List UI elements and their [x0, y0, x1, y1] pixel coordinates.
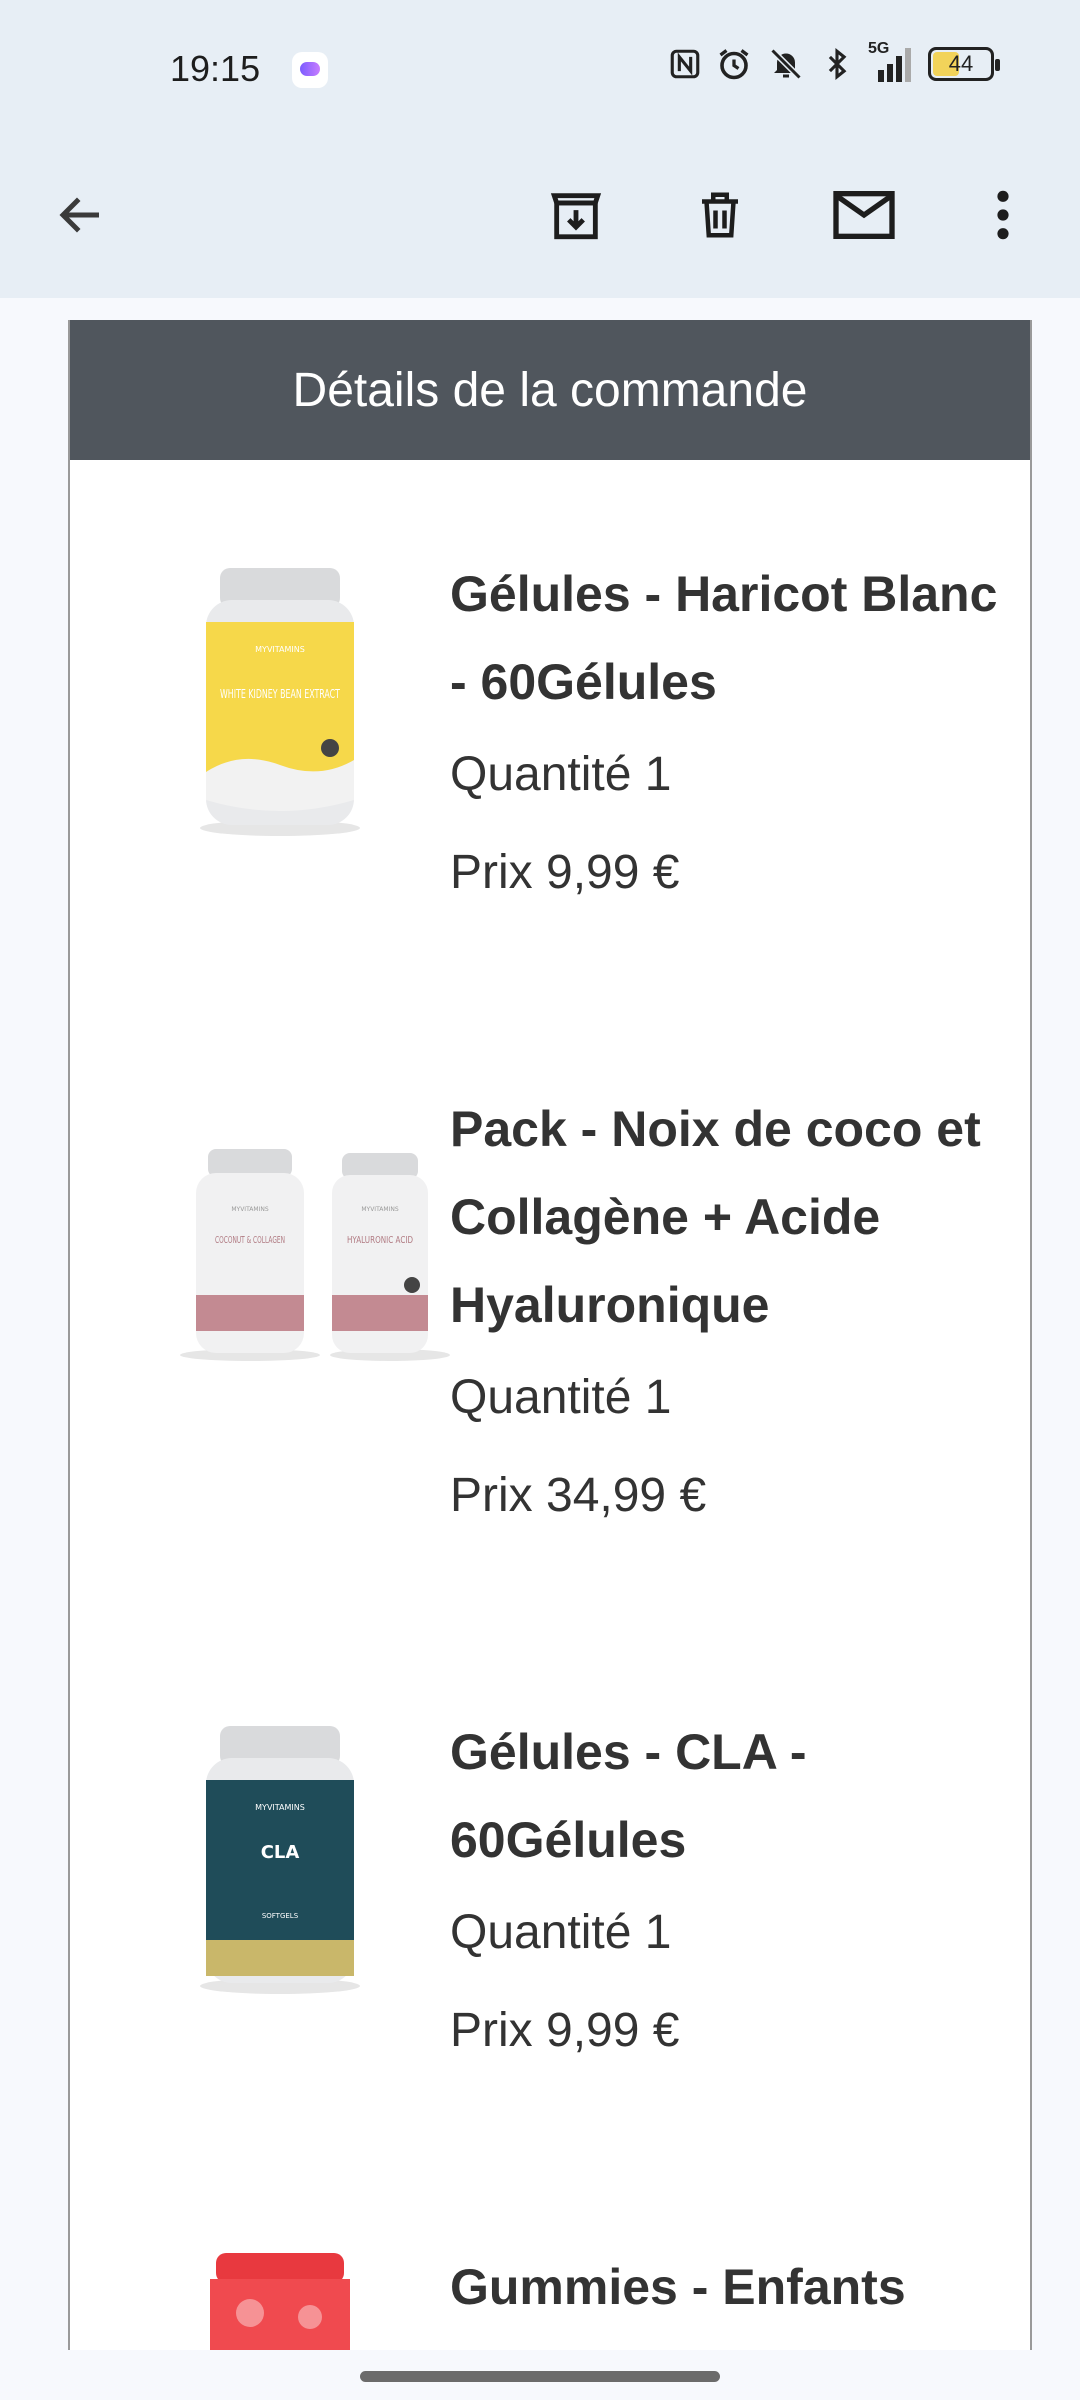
bottle-product-text: WHITE KIDNEY BEAN EXTRACT	[220, 687, 340, 701]
status-icons: 5G 44	[668, 40, 1000, 82]
product-quantity: Quantité 1	[450, 1371, 672, 1424]
product-image[interactable]: MYVITAMINS COCONUT & COLLAGEN MYVITAMINS…	[150, 1105, 480, 1405]
status-bar: 19:15 5G 44	[0, 0, 1080, 140]
bluetooth-icon	[828, 48, 847, 80]
network-type-label: 5G	[868, 40, 890, 57]
silent-icon	[770, 48, 802, 80]
product-title[interactable]: Gummies - Enfants	[450, 2243, 1020, 2331]
bottle-product-text: COCONUT & COLLAGEN	[215, 1235, 285, 1246]
product-title[interactable]: Pack - Noix de coco et Collagène + Acide…	[450, 1085, 1020, 1349]
bottle-brand-text: MYVITAMINS	[255, 645, 305, 654]
product-quantity: Quantité 1	[450, 1906, 672, 1959]
product-quantity: Quantité 1	[450, 748, 672, 801]
alarm-icon	[719, 49, 749, 80]
more-options-button[interactable]	[958, 170, 1048, 260]
bottle-brand-text: MYVITAMINS	[231, 1206, 268, 1213]
back-arrow-icon	[59, 197, 99, 233]
nfc-icon	[670, 49, 700, 79]
bottle-brand-text: MYVITAMINS	[361, 1206, 398, 1213]
order-item-details: Gummies - Enfants	[450, 2243, 1020, 2331]
battery-level: 44	[948, 51, 974, 76]
app-notification-icon	[292, 52, 328, 88]
bottle-brand-text: MYVITAMINS	[255, 1803, 305, 1812]
bottle-product-text: HYALURONIC ACID	[347, 1235, 413, 1246]
mark-unread-icon	[833, 191, 895, 239]
more-vert-icon	[997, 190, 1009, 240]
product-price: Prix 34,99 €	[450, 1469, 707, 1522]
status-time: 19:15	[170, 48, 261, 89]
archive-button[interactable]	[531, 170, 621, 260]
order-item-details: Gélules - CLA - 60Gélules Quantité 1 Pri…	[450, 1708, 1020, 2080]
gummies-jar-image	[210, 2253, 350, 2350]
delete-button[interactable]	[675, 170, 765, 260]
signal-icon: 5G	[868, 40, 914, 82]
archive-icon	[550, 193, 602, 240]
back-button[interactable]	[36, 170, 126, 260]
bottle-product-text: CLA	[261, 1842, 300, 1863]
order-item-details: Gélules - Haricot Blanc - 60Gélules Quan…	[450, 550, 1020, 922]
cla-bottle-image: MYVITAMINS CLA SOFTGELS	[200, 1726, 360, 1994]
delete-icon	[702, 192, 738, 238]
order-details-header: Détails de la commande	[70, 320, 1030, 460]
product-title[interactable]: Gélules - Haricot Blanc - 60Gélules	[450, 550, 1020, 726]
white-kidney-bean-bottle-image: MYVITAMINS WHITE KIDNEY BEAN EXTRACT	[200, 568, 360, 836]
order-details-card: Détails de la commande MYVITAMINS WHITE …	[68, 320, 1032, 2350]
product-image[interactable]: MYVITAMINS CLA SOFTGELS	[130, 1708, 430, 2008]
product-price: Prix 9,99 €	[450, 2004, 680, 2057]
product-price: Prix 9,99 €	[450, 846, 680, 899]
product-image[interactable]: MYVITAMINS WHITE KIDNEY BEAN EXTRACT	[130, 550, 430, 850]
product-title[interactable]: Gélules - CLA - 60Gélules	[450, 1708, 1020, 1884]
coconut-collagen-hyaluronic-bottles-image: MYVITAMINS COCONUT & COLLAGEN MYVITAMINS…	[180, 1149, 450, 1361]
order-item-details: Pack - Noix de coco et Collagène + Acide…	[450, 1085, 1020, 1545]
battery-icon: 44	[928, 47, 1000, 81]
navigation-handle[interactable]	[360, 2371, 720, 2382]
email-body[interactable]: Détails de la commande MYVITAMINS WHITE …	[0, 298, 1080, 2350]
mark-unread-button[interactable]	[819, 170, 909, 260]
product-image[interactable]	[130, 2253, 430, 2350]
bottle-sub-text: SOFTGELS	[262, 1912, 299, 1920]
app-bar	[0, 140, 1080, 298]
